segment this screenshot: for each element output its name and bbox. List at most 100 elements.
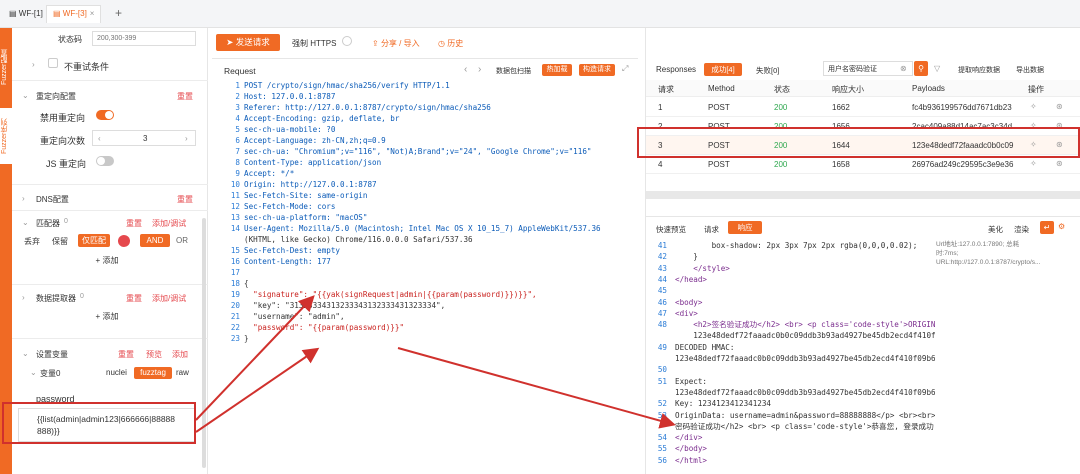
cell-payload: 26976ad249c29595c3e9e36: [912, 160, 1014, 169]
responses-title: Responses: [656, 65, 697, 74]
export-data-button[interactable]: 导出数据: [1016, 65, 1044, 75]
chevron-right-icon[interactable]: ›: [32, 60, 35, 69]
cell-method: POST: [708, 103, 730, 112]
render-button[interactable]: 渲染: [1014, 224, 1029, 235]
tab-wf-3[interactable]: ▤ WF-[3] ×: [46, 5, 102, 23]
js-redirect-toggle[interactable]: [96, 156, 114, 166]
disable-redirect-toggle[interactable]: [96, 110, 114, 120]
add-tab-button[interactable]: +: [108, 2, 129, 20]
doc-icon: ▤: [9, 9, 17, 18]
fail-tab[interactable]: 失败[0]: [756, 65, 779, 76]
clear-icon[interactable]: ⊗: [900, 64, 907, 73]
close-icon[interactable]: ×: [90, 9, 95, 18]
next-icon[interactable]: ›: [478, 64, 481, 75]
redirect-reset-link[interactable]: 重置: [177, 91, 193, 102]
table-row[interactable]: 1 POST 200 1662 fc4b936199576dd7671db23 ✧ ⊛: [646, 98, 1080, 117]
variable-add-link[interactable]: 添加: [172, 349, 188, 360]
open-icon[interactable]: ⊛: [1056, 102, 1063, 111]
response-line-text: 123e48dedf72faaadc0b0c09ddb3b93ad4927be4…: [675, 387, 935, 397]
response-line: 53 OriginData: username=admin&password=88…: [645, 410, 935, 421]
or-option[interactable]: OR: [176, 236, 188, 245]
response-line-text: <div>: [675, 308, 698, 318]
matcher-reset-link[interactable]: 重置: [126, 218, 142, 229]
fuzzer-config-tab[interactable]: Fuzzer配置: [0, 32, 12, 102]
fuzztag-option[interactable]: fuzztag: [134, 367, 172, 379]
quick-preview-label: 快速预览: [656, 225, 686, 234]
matcher-title: 匹配器: [36, 219, 60, 228]
share-import-button[interactable]: ⇪ 分享 / 导入: [372, 38, 420, 49]
wrap-icon[interactable]: ↵: [1040, 221, 1054, 234]
response-line-text: </body>: [675, 444, 708, 454]
tab-wf-1[interactable]: ▤ WF-[1]: [2, 5, 50, 23]
request-line-text: (KHTML, like Gecko) Chrome/116.0.0.0 Saf…: [244, 235, 473, 244]
matcher-add-debug-link[interactable]: 添加/调试: [152, 218, 186, 229]
preview-response-tab[interactable]: 响应: [728, 221, 762, 234]
chevron-down-icon[interactable]: ⌄: [22, 91, 29, 100]
keep-option[interactable]: 保留: [52, 236, 68, 247]
construct-request-button[interactable]: 构造请求: [579, 64, 615, 76]
expand-icon[interactable]: ⤢: [622, 64, 628, 74]
search-icon[interactable]: ⚲: [914, 61, 928, 76]
variable-reset-link[interactable]: 重置: [118, 349, 134, 360]
chevron-right-icon[interactable]: ›: [22, 194, 25, 203]
increment-icon[interactable]: ›: [185, 134, 188, 143]
preview-request-tab[interactable]: 请求: [704, 224, 719, 235]
request-line: 18{: [230, 279, 249, 288]
force-https-label: 强制 HTTPS: [292, 39, 337, 48]
chevron-down-icon[interactable]: ⌄: [30, 368, 37, 377]
extractor-add-button[interactable]: + 添加: [12, 311, 202, 322]
open-icon[interactable]: ⊛: [1056, 159, 1063, 168]
success-tab[interactable]: 成功[4]: [704, 63, 742, 76]
horizontal-scrollbar[interactable]: [646, 191, 1080, 199]
only-match-option[interactable]: 仅匹配: [78, 234, 110, 247]
extractor-add-debug-link[interactable]: 添加/调试: [152, 293, 186, 304]
request-line: 15 Sec-Fetch-Dest: empty: [230, 246, 341, 255]
response-line-text: DECODED HMAC:: [675, 342, 740, 352]
redirect-config-title: 重定向配置: [36, 92, 76, 101]
no-retry-checkbox[interactable]: [48, 58, 58, 68]
chevron-down-icon[interactable]: ⌄: [22, 218, 29, 227]
matcher-add-button[interactable]: + 添加: [12, 255, 202, 266]
filter-icon[interactable]: ▽: [934, 64, 940, 73]
decrement-icon[interactable]: ‹: [98, 134, 101, 143]
request-line: 8 Content-Type: application/json: [235, 158, 382, 167]
request-line: 22 "password": "{{param(password)}}": [230, 323, 405, 332]
color-picker[interactable]: [118, 235, 130, 247]
chevron-down-icon[interactable]: ⌄: [22, 349, 29, 358]
sparkle-icon[interactable]: ✧: [1030, 159, 1037, 168]
packet-scan-button[interactable]: 数据包扫描: [496, 66, 531, 76]
request-pane: ➤ 发送请求 强制 HTTPS ⇪ 分享 / 导入 ◷ 历史 Request ‹…: [212, 28, 638, 474]
request-line-text: "username": "admin",: [244, 312, 345, 321]
request-editor[interactable]: 1 POST /crypto/sign/hmac/sha256/verify HT…: [212, 80, 638, 380]
request-line: 16 Content-Length: 177: [230, 257, 331, 266]
chevron-right-icon[interactable]: ›: [22, 293, 25, 302]
send-request-button[interactable]: ➤ 发送请求: [216, 34, 280, 51]
fuzzer-seq-tab[interactable]: Fuzzer序列: [0, 108, 12, 164]
redirect-count-stepper[interactable]: ‹ 3 ›: [92, 130, 196, 146]
response-line: 44 </head>: [657, 274, 708, 284]
variable-preview-link[interactable]: 预览: [146, 349, 162, 360]
extractor-count-badge: 0: [80, 293, 84, 300]
scrollbar[interactable]: [202, 218, 206, 468]
extractor-reset-link[interactable]: 重置: [126, 293, 142, 304]
extract-response-button[interactable]: 提取响应数据: [958, 65, 1000, 75]
beautify-button[interactable]: 美化: [988, 224, 1003, 235]
hot-load-button[interactable]: 热加载: [542, 64, 572, 76]
discard-option[interactable]: 丢弃: [24, 236, 40, 247]
history-button[interactable]: ◷ 历史: [438, 38, 463, 49]
nuclei-option[interactable]: nuclei: [106, 368, 127, 377]
request-line: 13 sec-ch-ua-platform: "macOS": [230, 213, 368, 222]
response-line-text: Key: 1234123412341234: [675, 399, 772, 409]
status-code-input[interactable]: [92, 31, 196, 46]
dns-reset-link[interactable]: 重置: [177, 194, 193, 205]
sparkle-icon[interactable]: ✧: [1030, 102, 1037, 111]
and-option[interactable]: AND: [140, 234, 170, 247]
response-line-text: 123e48dedf72faaadc0b0c09ddb3b93ad4927be4…: [675, 354, 935, 363]
force-https-radio[interactable]: [342, 36, 352, 46]
annotation-box-variable: [2, 402, 196, 444]
prev-icon[interactable]: ‹: [464, 64, 467, 75]
response-line-text: box-shadow: 2px 3px 7px 2px rgba(0,0,0,0…: [675, 241, 918, 250]
response-line: 43 </style>: [657, 263, 730, 273]
settings-icon[interactable]: ⚙: [1058, 222, 1065, 231]
raw-option[interactable]: raw: [176, 368, 189, 377]
